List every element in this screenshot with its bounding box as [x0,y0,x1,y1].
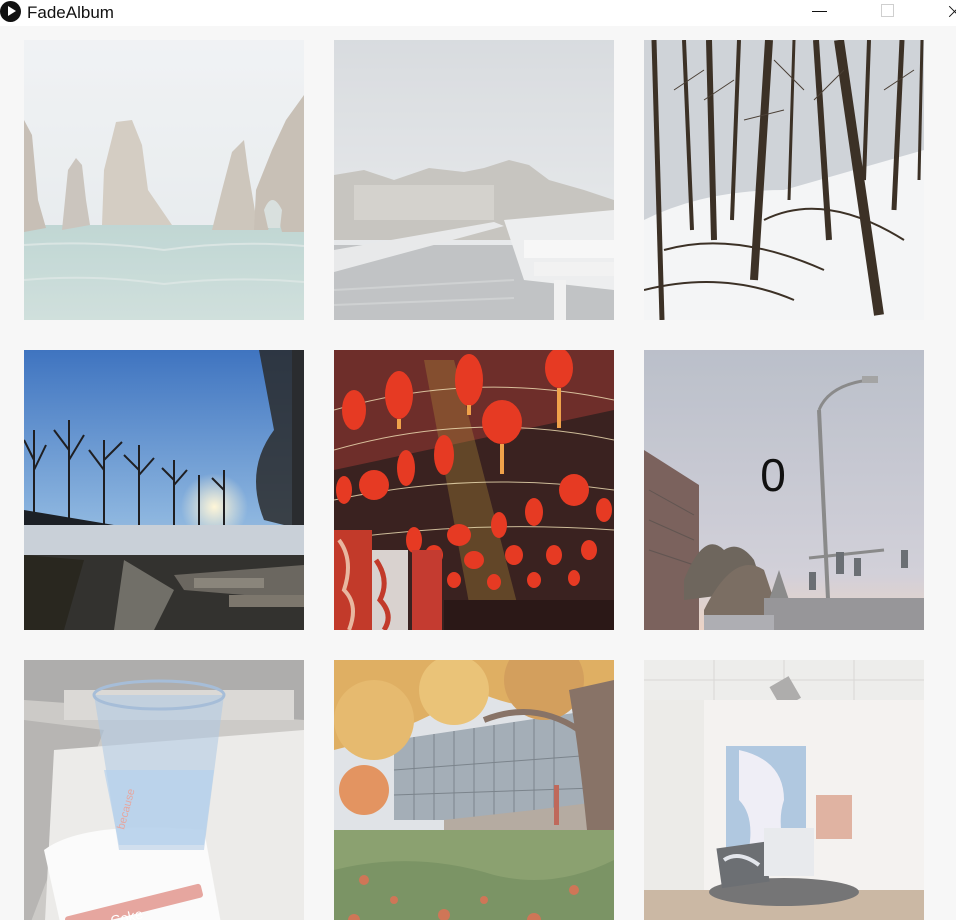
photo-sea-arches[interactable] [24,40,304,320]
photo-snowy-forest[interactable] [644,40,924,320]
snowy-forest-image [644,40,924,320]
photo-street-lamp[interactable]: 0 [644,350,924,630]
window-title: FadeAlbum [27,3,114,22]
photo-grid: 0 Coke because [0,26,956,920]
play-icon [0,1,21,22]
title-bar: FadeAlbum [0,0,956,26]
photo-autumn-building[interactable] [334,660,614,920]
photo-sunset-trees[interactable] [24,350,304,630]
red-lanterns-image [334,350,614,630]
autumn-building-image [334,660,614,920]
photo-marina[interactable] [334,40,614,320]
sunset-trees-image [24,350,304,630]
minimize-button[interactable] [800,0,840,26]
water-cup-image: Coke because [24,660,304,920]
maximize-button[interactable] [868,0,908,26]
close-button[interactable] [935,0,956,26]
photo-red-lanterns[interactable] [334,350,614,630]
photo-water-cup[interactable]: Coke because [24,660,304,920]
sea-arches-image [24,40,304,320]
street-lamp-image [644,350,924,630]
gallery-installation-image [644,660,924,920]
photo-gallery-installation[interactable] [644,660,924,920]
marina-image [334,40,614,320]
